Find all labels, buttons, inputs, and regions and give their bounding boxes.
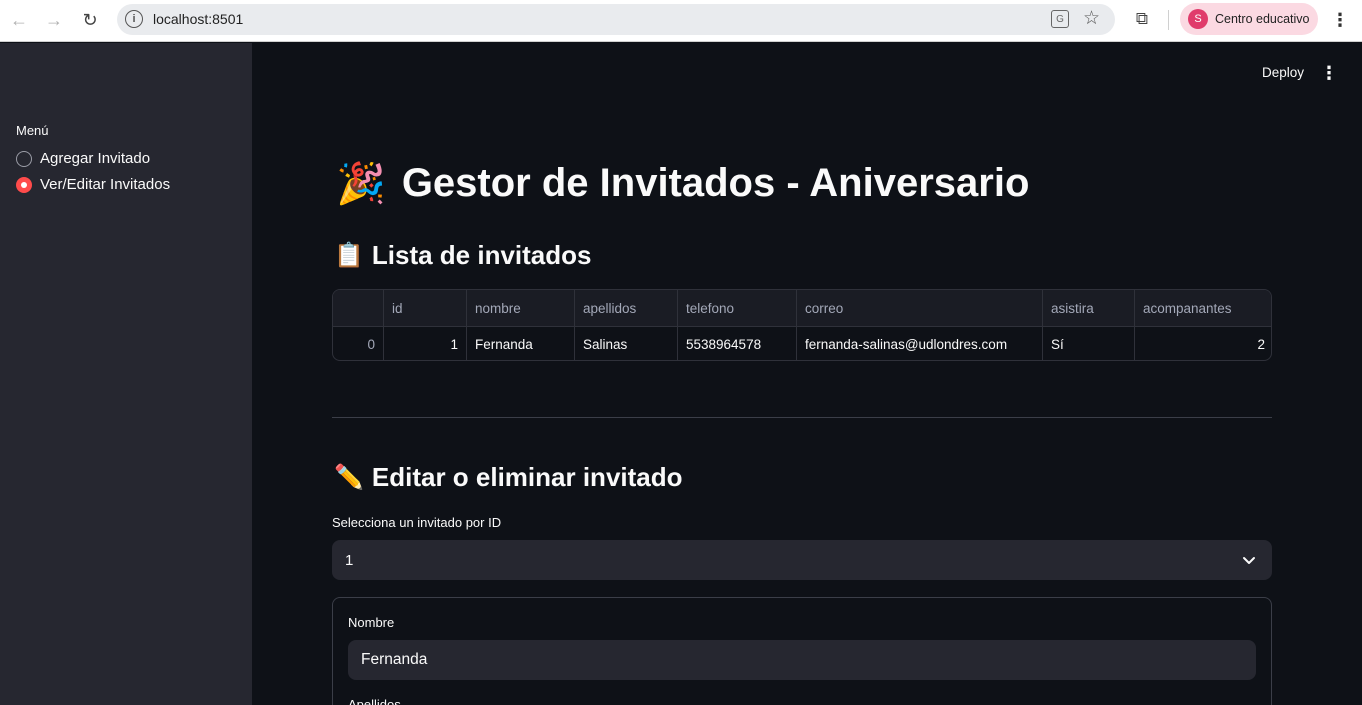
sidebar-menu-label: Menú [16, 123, 49, 138]
reload-icon[interactable]: ↻ [75, 5, 105, 35]
bookmark-star-icon[interactable]: ☆ [1083, 7, 1100, 30]
party-popper-icon: 🎉 [336, 162, 386, 206]
column-header-correo[interactable]: correo [797, 290, 1043, 326]
clipboard-icon: 📋 [334, 242, 364, 269]
column-header-index[interactable] [333, 290, 384, 326]
translate-icon[interactable]: G [1051, 10, 1069, 28]
page-title: 🎉 Gestor de Invitados - Aniversario [336, 160, 1029, 207]
radio-option-ver-editar-invitados[interactable]: Ver/Editar Invitados [16, 176, 170, 193]
profile-name: Centro educativo [1215, 12, 1310, 26]
extensions-puzzle-icon[interactable]: ⧉ [1131, 8, 1153, 30]
column-header-id[interactable]: id [384, 290, 467, 326]
column-header-acompanantes[interactable]: acompanantes [1135, 290, 1271, 326]
guest-id-select-value: 1 [345, 551, 354, 569]
list-heading: 📋 Lista de invitados [334, 240, 592, 271]
avatar: S [1188, 9, 1208, 29]
edit-heading-text: Editar o eliminar invitado [371, 462, 683, 492]
table-header-row: id nombre apellidos telefono correo asis… [333, 290, 1271, 326]
url-text[interactable]: localhost:8501 [153, 11, 243, 27]
site-info-icon[interactable]: i [125, 10, 143, 28]
deploy-button[interactable]: Deploy [1254, 62, 1312, 83]
nombre-field-value: Fernanda [361, 651, 428, 668]
nombre-field[interactable]: Fernanda [348, 640, 1256, 680]
radio-selected-icon[interactable] [16, 176, 32, 193]
table-cell-acompanantes[interactable]: 2 [1135, 327, 1271, 360]
radio-unselected-icon[interactable] [16, 150, 32, 167]
nombre-field-label: Nombre [348, 615, 395, 630]
table-cell-apellidos[interactable]: Salinas [575, 327, 678, 360]
browser-menu-icon[interactable]: ⋮ [1330, 7, 1350, 33]
address-bar[interactable]: i localhost:8501 G ☆ [117, 4, 1115, 35]
column-header-nombre[interactable]: nombre [467, 290, 575, 326]
edit-heading: ✏️ Editar o eliminar invitado [334, 462, 683, 493]
apellidos-field-label: Apellidos [348, 697, 401, 705]
table-cell-correo[interactable]: fernanda-salinas@udlondres.com [797, 327, 1043, 360]
back-arrow-icon[interactable]: ← [4, 5, 34, 35]
page-title-text: Gestor de Invitados - Aniversario [401, 161, 1030, 205]
browser-toolbar: ← → ↻ i localhost:8501 G ☆ ⧉ S Centro ed… [0, 0, 1362, 42]
profile-button[interactable]: S Centro educativo [1180, 3, 1318, 35]
table-cell-asistira[interactable]: Sí [1043, 327, 1135, 360]
table-cell-id[interactable]: 1 [384, 327, 467, 360]
pencil-icon: ✏️ [334, 464, 364, 491]
list-heading-text: Lista de invitados [371, 240, 592, 270]
radio-option-label: Ver/Editar Invitados [40, 176, 171, 193]
guest-id-select-label: Selecciona un invitado por ID [332, 515, 502, 530]
sidebar: Menú Agregar Invitado Ver/Editar Invitad… [0, 43, 252, 705]
radio-option-agregar-invitado[interactable]: Agregar Invitado [16, 150, 150, 167]
table-row: 0 1 Fernanda Salinas 5538964578 fernanda… [333, 326, 1271, 360]
column-header-asistira[interactable]: asistira [1043, 290, 1135, 326]
chevron-down-icon [1243, 557, 1255, 564]
main-menu-icon[interactable]: ⋮ [1319, 60, 1339, 86]
column-header-apellidos[interactable]: apellidos [575, 290, 678, 326]
radio-option-label: Agregar Invitado [40, 150, 151, 167]
section-divider [332, 417, 1272, 418]
guests-table[interactable]: id nombre apellidos telefono correo asis… [332, 289, 1272, 361]
table-cell-index[interactable]: 0 [333, 327, 384, 360]
table-cell-telefono[interactable]: 5538964578 [678, 327, 797, 360]
toolbar-divider [1168, 10, 1169, 30]
column-header-telefono[interactable]: telefono [678, 290, 797, 326]
forward-arrow-icon[interactable]: → [39, 5, 69, 35]
table-cell-nombre[interactable]: Fernanda [467, 327, 575, 360]
guest-id-select[interactable]: 1 [332, 540, 1272, 580]
